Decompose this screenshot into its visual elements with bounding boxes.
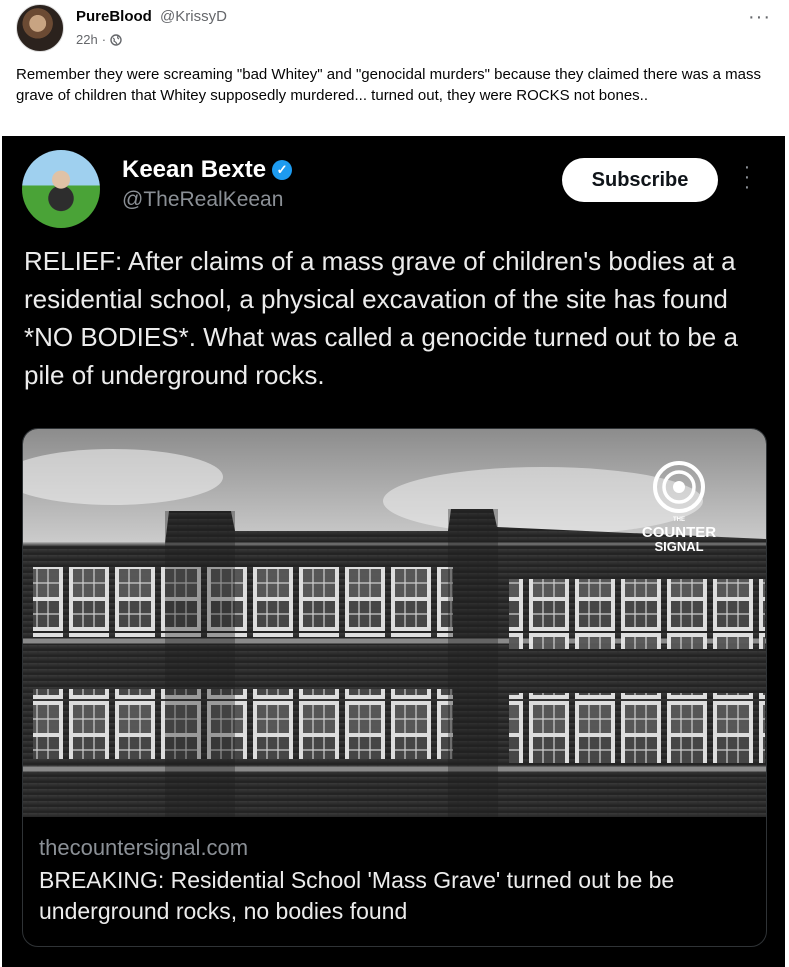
audience-globe-icon[interactable] (110, 33, 122, 46)
subscribe-button: Subscribe (562, 158, 718, 202)
author-name[interactable]: PureBlood (76, 8, 152, 25)
more-options-icon[interactable]: ··· (748, 6, 771, 29)
verified-check-icon: ✓ (272, 160, 293, 180)
link-preview-card: THE COUNTER SIGNAL thecountersignal.com … (22, 428, 767, 947)
author-handle[interactable]: @KrissyD (160, 8, 227, 25)
x-more-options-icon: · · · (743, 156, 751, 198)
post-time[interactable]: 22h (76, 32, 98, 47)
meta-separator: · (101, 32, 107, 47)
x-post-text: RELIEF: After claims of a mass grave of … (24, 246, 738, 390)
card-title: BREAKING: Residential School 'Mass Grave… (39, 867, 675, 924)
x-author-name: Keean Bexte (122, 156, 267, 183)
post-header: PureBlood @KrissyD 22h · ··· (16, 4, 773, 52)
author-avatar[interactable] (16, 4, 64, 52)
logo-text-signal: SIGNAL (654, 539, 703, 554)
x-author-avatar (22, 150, 100, 228)
school-building-image: THE COUNTER SIGNAL (23, 429, 766, 817)
x-author-name-line: Keean Bexte ✓ (122, 156, 293, 184)
author-line: PureBlood @KrissyD (76, 8, 227, 25)
logo-text-the: THE (673, 517, 685, 523)
x-author-handle: @TheRealKeean (122, 188, 284, 211)
embedded-x-post-screenshot[interactable]: Keean Bexte ✓ @TheRealKeean Subscribe · ·… (2, 136, 785, 967)
card-domain: thecountersignal.com (39, 835, 249, 860)
post-text: Remember they were screaming "bad Whitey… (16, 66, 761, 104)
post-meta: 22h · (76, 32, 122, 47)
